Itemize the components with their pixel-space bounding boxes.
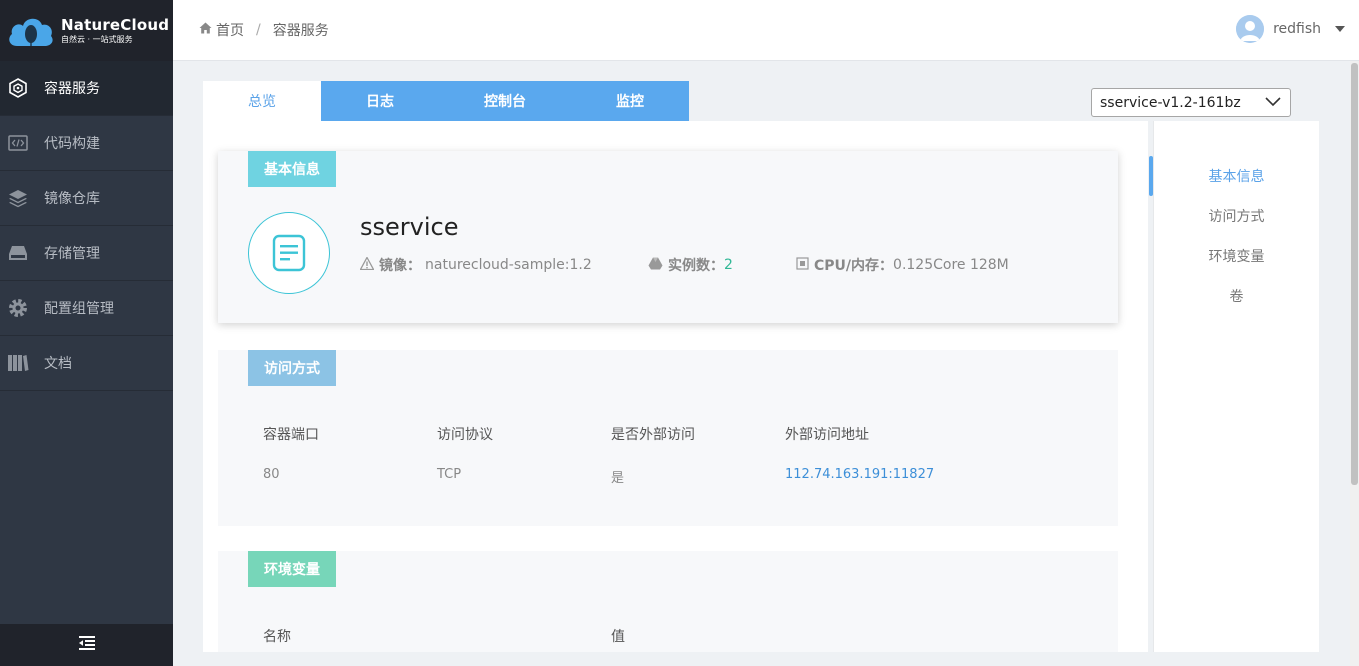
user-menu[interactable]: redfish <box>1236 15 1345 43</box>
access-tag: 访问方式 <box>248 350 336 386</box>
sidebar-item-image-repo[interactable]: 镜像仓库 <box>0 171 173 226</box>
version-select-value: sservice-v1.2-161bz <box>1100 94 1241 111</box>
anchor-access[interactable]: 访问方式 <box>1154 196 1319 236</box>
sidebar-item-label: 镜像仓库 <box>44 191 100 207</box>
image-label: 镜像： <box>379 258 421 274</box>
layers-icon <box>7 187 29 209</box>
tab-overview[interactable]: 总览 <box>203 81 321 121</box>
storage-icon <box>7 242 29 264</box>
logo-title: NatureCloud <box>61 15 170 34</box>
version-select[interactable]: sservice-v1.2-161bz <box>1091 88 1291 117</box>
column-header: 是否外部访问 <box>611 427 695 443</box>
collapse-menu-button[interactable] <box>0 624 173 666</box>
breadcrumb: 首页 / 容器服务 <box>199 20 329 40</box>
gear-icon <box>7 297 29 319</box>
username: redfish <box>1273 21 1321 37</box>
column-header: 名称 <box>263 629 291 645</box>
cpu-value: 0.125Core 128M <box>893 257 1009 273</box>
column-header: 容器端口 <box>263 427 319 443</box>
anchor-nav: 基本信息 访问方式 环境变量 卷 <box>1149 121 1319 652</box>
logo-subtitle: 自然云 · 一站式服务 <box>61 34 133 44</box>
image-value: naturecloud-sample:1.2 <box>425 257 592 273</box>
chip-icon <box>796 256 809 274</box>
sidebar-item-label: 配置组管理 <box>44 301 114 317</box>
content-panel: 基本信息 sservice 镜像： naturecloud-sample:1.2… <box>203 121 1148 652</box>
service-name: sservice <box>360 213 459 241</box>
column-header: 访问协议 <box>437 427 493 443</box>
cpu-meta: CPU/内存： 0.125Core 128M <box>796 255 1009 275</box>
tab-logs[interactable]: 日志 <box>321 81 439 121</box>
sidebar-item-docs[interactable]: 文档 <box>0 336 173 391</box>
instances-meta: 实例数： 2 <box>648 255 733 275</box>
external-cell: 是 <box>611 471 625 486</box>
sidebar-item-code-build[interactable]: 代码构建 <box>0 116 173 171</box>
port-cell: 80 <box>263 467 280 482</box>
avatar <box>1236 15 1265 43</box>
tab-monitor[interactable]: 监控 <box>571 81 689 121</box>
basic-info-tag: 基本信息 <box>248 151 336 187</box>
anchor-basic-info[interactable]: 基本信息 <box>1154 156 1319 196</box>
collapse-menu-icon <box>78 636 95 654</box>
breadcrumb-separator: / <box>256 22 261 38</box>
anchor-volume[interactable]: 卷 <box>1154 276 1319 316</box>
anchor-env[interactable]: 环境变量 <box>1154 236 1319 276</box>
access-card: 访问方式 容器端口 访问协议 是否外部访问 外部访问地址 80 TCP 是 11… <box>218 350 1118 526</box>
image-meta: 镜像： naturecloud-sample:1.2 <box>359 255 592 275</box>
anchor-active-indicator <box>1149 156 1153 196</box>
env-tag: 环境变量 <box>248 551 336 587</box>
basic-info-card: 基本信息 sservice 镜像： naturecloud-sample:1.2… <box>218 151 1118 323</box>
sidebar-item-storage[interactable]: 存储管理 <box>0 226 173 281</box>
detail-tabs: 总览 日志 控制台 监控 <box>203 81 689 121</box>
cpu-label: CPU/内存： <box>814 258 894 274</box>
breadcrumb-current: 容器服务 <box>272 23 329 39</box>
home-icon[interactable] <box>199 22 212 38</box>
external-address-link[interactable]: 112.74.163.191:11827 <box>785 467 934 482</box>
sidebar-item-label: 文档 <box>44 356 72 372</box>
sidebar-item-config-group[interactable]: 配置组管理 <box>0 281 173 336</box>
warning-triangle-icon <box>359 255 375 274</box>
sidebar-item-label: 存储管理 <box>44 246 100 262</box>
sidebar-item-container-service[interactable]: 容器服务 <box>0 61 173 116</box>
tab-console[interactable]: 控制台 <box>439 81 571 121</box>
column-header: 外部访问地址 <box>785 427 869 443</box>
code-icon <box>7 132 29 154</box>
env-card: 环境变量 名称 值 <box>218 551 1118 652</box>
sidebar-item-label: 代码构建 <box>44 136 100 152</box>
cube-icon <box>7 77 29 99</box>
cloud-logo-icon <box>7 14 55 48</box>
scrollbar-thumb[interactable] <box>1351 63 1358 485</box>
instances-value: 2 <box>724 257 733 273</box>
breadcrumb-home[interactable]: 首页 <box>216 20 244 40</box>
page-scrollbar[interactable] <box>1350 61 1359 666</box>
sidebar: NatureCloud 自然云 · 一站式服务 容器服务 代码构建 镜像仓库 存… <box>0 0 173 666</box>
sidebar-item-label: 容器服务 <box>44 81 100 97</box>
protocol-cell: TCP <box>437 467 462 482</box>
instances-label: 实例数： <box>668 258 724 274</box>
books-icon <box>7 352 29 374</box>
drive-icon <box>648 257 663 274</box>
top-header: 首页 / 容器服务 redfish <box>173 0 1359 61</box>
chevron-down-icon <box>1335 26 1345 32</box>
chevron-down-icon <box>1265 96 1281 112</box>
column-header: 值 <box>611 629 625 645</box>
service-document-icon <box>248 212 330 294</box>
logo[interactable]: NatureCloud 自然云 · 一站式服务 <box>0 0 173 61</box>
